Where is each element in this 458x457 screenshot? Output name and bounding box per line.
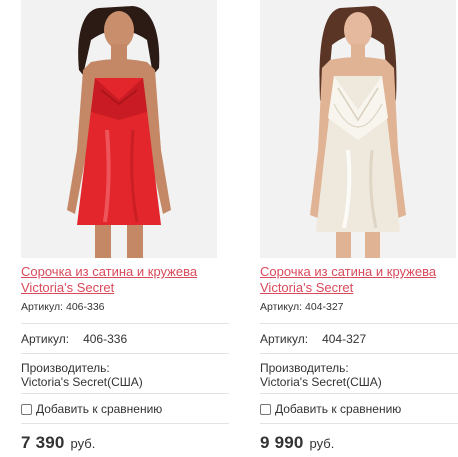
product-image[interactable]: [21, 0, 217, 258]
product-sku-caption: Артикул: 404-327: [260, 301, 344, 313]
divider: [21, 393, 229, 394]
compare-toggle[interactable]: Добавить к сравнению: [260, 402, 401, 416]
compare-label[interactable]: Добавить к сравнению: [275, 402, 401, 416]
compare-label[interactable]: Добавить к сравнению: [36, 402, 162, 416]
manufacturer-value: Victoria's Secret(США): [260, 375, 382, 389]
product-image[interactable]: [260, 0, 456, 258]
manufacturer-label: Производитель:: [21, 361, 110, 375]
divider: [260, 323, 458, 324]
sku-value: 406-336: [83, 332, 128, 346]
manufacturer-label: Производитель:: [260, 361, 349, 375]
product-manufacturer: Производитель: Victoria's Secret(США): [21, 361, 143, 389]
divider: [260, 423, 458, 424]
sku-label: Артикул:: [21, 332, 70, 346]
product-card: Сорочка из сатина и кружева Victoria's S…: [258, 0, 458, 457]
product-price: 7 390 руб.: [21, 433, 95, 453]
price-currency: руб.: [70, 436, 96, 451]
product-manufacturer: Производитель: Victoria's Secret(США): [260, 361, 382, 389]
sku-label: Артикул:: [260, 332, 309, 346]
product-sku-row: Артикул: 406-336: [21, 332, 127, 346]
price-value: 9 990: [260, 433, 304, 452]
product-sku-row: Артикул: 404-327: [260, 332, 366, 346]
product-photo-red-slip: [21, 0, 217, 258]
compare-checkbox[interactable]: [260, 403, 271, 415]
divider: [21, 323, 229, 324]
divider: [260, 353, 458, 354]
product-price: 9 990 руб.: [260, 433, 334, 453]
manufacturer-value: Victoria's Secret(США): [21, 375, 143, 389]
product-title-link[interactable]: Сорочка из сатина и кружева Victoria's S…: [21, 264, 233, 296]
divider: [21, 353, 229, 354]
product-card: Сорочка из сатина и кружева Victoria's S…: [19, 0, 233, 457]
product-title-link[interactable]: Сорочка из сатина и кружева Victoria's S…: [260, 264, 458, 296]
product-photo-ivory-slip: [260, 0, 456, 258]
compare-checkbox[interactable]: [21, 403, 32, 415]
compare-toggle[interactable]: Добавить к сравнению: [21, 402, 162, 416]
divider: [260, 393, 458, 394]
sku-value: 404-327: [322, 332, 367, 346]
price-currency: руб.: [309, 436, 335, 451]
price-value: 7 390: [21, 433, 65, 452]
divider: [21, 423, 229, 424]
product-sku-caption: Артикул: 406-336: [21, 301, 105, 313]
